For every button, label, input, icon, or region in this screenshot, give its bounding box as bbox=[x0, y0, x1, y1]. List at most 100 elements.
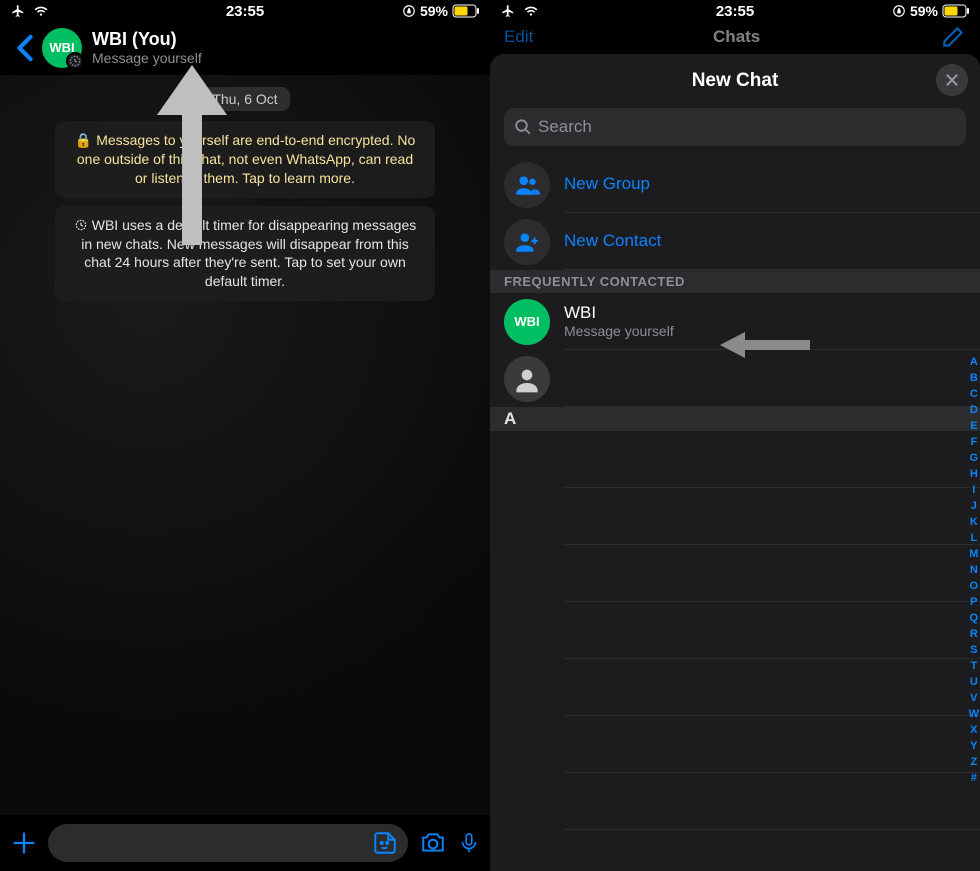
contact-sub: Message yourself bbox=[564, 323, 980, 339]
section-frequently-contacted: Frequently Contacted bbox=[490, 270, 980, 293]
camera-button[interactable] bbox=[418, 830, 448, 856]
sheet-title: New Chat bbox=[692, 70, 779, 92]
chats-title: Chats bbox=[713, 27, 760, 47]
close-button[interactable] bbox=[936, 64, 968, 96]
wifi-icon bbox=[522, 4, 540, 18]
new-contact-row[interactable]: New Contact bbox=[490, 213, 980, 270]
disappearing-timer-icon bbox=[66, 52, 84, 70]
search-input[interactable]: Search bbox=[504, 108, 966, 146]
index-letter[interactable]: J bbox=[971, 498, 977, 514]
index-letter[interactable]: K bbox=[970, 514, 978, 530]
search-wrap: Search bbox=[490, 108, 980, 156]
list-item[interactable] bbox=[564, 431, 980, 488]
index-letter[interactable]: Q bbox=[970, 610, 979, 626]
list-item[interactable] bbox=[564, 659, 980, 716]
sticker-icon[interactable] bbox=[372, 830, 398, 856]
battery-icon bbox=[452, 4, 480, 18]
date-pill: Thu, 6 Oct bbox=[200, 87, 289, 111]
wifi-icon bbox=[32, 4, 50, 18]
index-letter[interactable]: T bbox=[970, 658, 977, 674]
index-letter[interactable]: A bbox=[970, 354, 978, 370]
index-letter[interactable]: E bbox=[970, 418, 977, 434]
index-letter[interactable]: # bbox=[971, 770, 977, 786]
index-letter[interactable]: Y bbox=[970, 738, 977, 754]
status-time: 23:55 bbox=[226, 3, 264, 20]
timer-notice-text: WBI uses a default timer for disappearin… bbox=[81, 217, 416, 290]
new-contact-label: New Contact bbox=[564, 231, 980, 251]
back-button[interactable] bbox=[8, 34, 42, 62]
message-input[interactable] bbox=[48, 824, 408, 862]
index-letter[interactable]: N bbox=[970, 562, 978, 578]
search-icon bbox=[514, 118, 532, 136]
timer-icon bbox=[74, 216, 88, 235]
index-letter[interactable]: X bbox=[970, 722, 977, 738]
airplane-icon bbox=[10, 4, 26, 18]
index-letter[interactable]: W bbox=[969, 706, 979, 722]
group-icon bbox=[504, 162, 550, 208]
index-letter[interactable]: F bbox=[970, 434, 977, 450]
avatar[interactable]: WBI bbox=[42, 28, 82, 68]
index-letter[interactable]: M bbox=[969, 546, 978, 562]
list-item[interactable] bbox=[564, 716, 980, 773]
encryption-notice[interactable]: 🔒Messages to yourself are end-to-end enc… bbox=[55, 121, 435, 198]
index-letter[interactable]: Z bbox=[970, 754, 977, 770]
chat-header-text[interactable]: WBI (You) Message yourself bbox=[92, 29, 202, 66]
list-item[interactable] bbox=[564, 602, 980, 659]
index-letter[interactable]: R bbox=[970, 626, 978, 642]
avatar-placeholder-icon bbox=[504, 356, 550, 402]
avatar-label: WBI bbox=[514, 314, 539, 329]
contact-name: WBI bbox=[564, 303, 980, 323]
index-letter[interactable]: I bbox=[972, 482, 975, 498]
index-letter[interactable]: U bbox=[970, 674, 978, 690]
lock-icon: 🔒 bbox=[75, 131, 92, 150]
index-letter[interactable]: G bbox=[970, 450, 979, 466]
avatar: WBI bbox=[504, 299, 550, 345]
screen-newchat: 23:55 59% Edit Chats New Chat bbox=[490, 0, 980, 871]
index-letter[interactable]: D bbox=[970, 402, 978, 418]
compose-button[interactable] bbox=[940, 24, 966, 50]
index-letter[interactable]: B bbox=[970, 370, 978, 386]
index-letter[interactable]: C bbox=[970, 386, 978, 402]
index-letter[interactable]: L bbox=[970, 530, 977, 546]
status-bar: 23:55 59% bbox=[0, 0, 490, 20]
sheet-header: New Chat bbox=[490, 54, 980, 108]
mic-button[interactable] bbox=[458, 828, 480, 858]
list-item[interactable] bbox=[564, 773, 980, 830]
chat-body: Thu, 6 Oct 🔒Messages to yourself are end… bbox=[0, 75, 490, 821]
search-placeholder: Search bbox=[538, 117, 592, 137]
new-chat-sheet: New Chat Search New Group New Conta bbox=[490, 54, 980, 871]
chat-input-bar bbox=[0, 815, 490, 871]
battery-text: 59% bbox=[420, 3, 448, 19]
index-letter[interactable]: S bbox=[970, 642, 977, 658]
timer-notice[interactable]: WBI uses a default timer for disappearin… bbox=[55, 206, 435, 302]
chat-subtitle: Message yourself bbox=[92, 50, 202, 66]
new-group-row[interactable]: New Group bbox=[490, 156, 980, 213]
encryption-notice-text: Messages to yourself are end-to-end encr… bbox=[77, 132, 415, 186]
orientation-lock-icon bbox=[402, 4, 416, 18]
index-letter[interactable]: V bbox=[970, 690, 977, 706]
chat-header: WBI WBI (You) Message yourself bbox=[0, 20, 490, 75]
battery-text: 59% bbox=[910, 3, 938, 19]
contact-row-blank[interactable] bbox=[490, 350, 980, 407]
alphabet-index[interactable]: ABCDEFGHIJKLMNOPQRSTUVWXYZ# bbox=[969, 354, 979, 786]
list-item[interactable] bbox=[564, 488, 980, 545]
edit-button[interactable]: Edit bbox=[504, 27, 533, 47]
status-bar: 23:55 59% bbox=[490, 0, 980, 20]
chats-header: Edit Chats bbox=[490, 20, 980, 54]
status-time: 23:55 bbox=[716, 3, 754, 20]
new-group-label: New Group bbox=[564, 174, 980, 194]
index-letter[interactable]: H bbox=[970, 466, 978, 482]
battery-icon bbox=[942, 4, 970, 18]
chat-title: WBI (You) bbox=[92, 29, 202, 50]
section-letter-a: A bbox=[490, 407, 980, 431]
list-item[interactable] bbox=[564, 545, 980, 602]
attach-button[interactable] bbox=[10, 829, 38, 857]
airplane-icon bbox=[500, 4, 516, 18]
orientation-lock-icon bbox=[892, 4, 906, 18]
contact-row-wbi[interactable]: WBI WBI Message yourself bbox=[490, 293, 980, 350]
index-letter[interactable]: O bbox=[970, 578, 979, 594]
contact-list[interactable] bbox=[490, 431, 980, 830]
screen-chat: 23:55 59% WBI WBI (You) Message yourself… bbox=[0, 0, 490, 871]
add-contact-icon bbox=[504, 219, 550, 265]
index-letter[interactable]: P bbox=[970, 594, 977, 610]
